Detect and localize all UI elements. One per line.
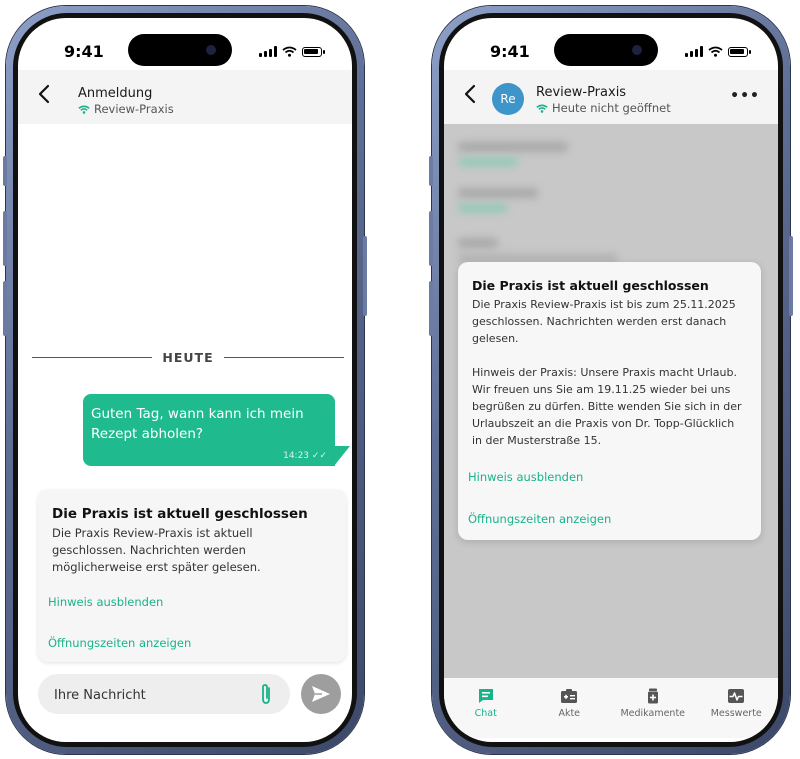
double-check-icon: ✓✓	[311, 451, 327, 461]
notice-title: Die Praxis ist aktuell geschlossen	[52, 506, 308, 522]
side-button	[789, 236, 793, 316]
tab-medikamente[interactable]: Medikamente	[611, 678, 695, 738]
blurred-content	[458, 188, 538, 198]
header-subtitle-row: Heute nicht geöffnet	[536, 101, 671, 115]
message-time: 14:23	[283, 451, 310, 461]
tab-label: Medikamente	[620, 708, 686, 719]
blurred-content	[458, 142, 568, 152]
hide-notice-link[interactable]: Hinweis ausblenden	[468, 470, 583, 484]
phone-frame-left: 9:41 Anmeldung Review-Praxis HEUTE Guten…	[3, 6, 367, 754]
closed-notice-card: Die Praxis ist aktuell geschlossen Die P…	[458, 262, 761, 540]
dynamic-island	[128, 34, 232, 66]
tab-chat[interactable]: Chat	[444, 678, 528, 738]
tab-label: Akte	[558, 708, 581, 719]
chat-header: Re Review-Praxis Heute nicht geöffnet ••…	[444, 70, 778, 124]
tab-messwerte[interactable]: Messwerte	[695, 678, 779, 738]
status-bar: 9:41	[444, 18, 778, 70]
vitals-icon	[728, 689, 745, 703]
tab-label: Messwerte	[710, 708, 762, 719]
side-button	[363, 236, 367, 316]
notice-body: Die Praxis Review-Praxis ist aktuell ges…	[52, 526, 261, 574]
chat-icon	[478, 689, 493, 703]
back-icon[interactable]	[464, 84, 476, 109]
medical-record-icon	[561, 689, 578, 703]
side-button	[3, 281, 7, 336]
send-button[interactable]	[301, 674, 341, 714]
blurred-content	[458, 238, 498, 248]
signal-icon	[259, 46, 277, 57]
bubble-tail	[334, 446, 350, 466]
status-icons	[259, 46, 325, 57]
camera-icon	[206, 45, 216, 55]
status-time: 9:41	[490, 42, 530, 61]
paperclip-icon[interactable]	[256, 682, 276, 706]
wifi-status-icon	[536, 104, 548, 113]
opening-hours-link[interactable]: Öffnungszeiten anzeigen	[48, 636, 191, 650]
phone-frame-right: 9:41 Re Review-Praxis Heute nicht geöffn…	[429, 6, 793, 754]
side-button	[3, 211, 7, 266]
tab-akte[interactable]: Akte	[528, 678, 612, 738]
side-button	[429, 281, 433, 336]
header-title: Anmeldung	[78, 86, 153, 101]
status-bar: 9:41	[18, 18, 352, 70]
wifi-icon	[282, 46, 297, 57]
message-timestamp-row: 14:23 ✓✓	[283, 451, 327, 461]
side-button	[429, 156, 433, 186]
back-icon[interactable]	[38, 84, 50, 109]
battery-icon	[728, 46, 751, 57]
header-subtitle-row: Review-Praxis	[78, 102, 174, 116]
status-icons	[685, 46, 751, 57]
notice-title: Die Praxis ist aktuell geschlossen	[472, 278, 709, 293]
date-divider: HEUTE	[32, 350, 344, 365]
message-text: Guten Tag, wann kann ich mein Rezept abh…	[91, 406, 304, 442]
side-button	[3, 156, 7, 186]
side-button	[429, 211, 433, 266]
wifi-icon	[708, 46, 723, 57]
wifi-status-icon	[78, 105, 90, 114]
screen-left: 9:41 Anmeldung Review-Praxis HEUTE Guten…	[18, 18, 352, 742]
status-time: 9:41	[64, 42, 104, 61]
message-composer[interactable]	[38, 674, 290, 714]
more-options-icon[interactable]: •••	[730, 88, 760, 104]
header-subtitle: Heute nicht geöffnet	[552, 101, 671, 115]
tab-label: Chat	[474, 708, 497, 719]
blurred-content	[458, 158, 518, 166]
blurred-content	[458, 254, 618, 262]
bottom-tab-bar: Chat Akte Medikamente Messwerte	[444, 678, 778, 738]
chat-header: Anmeldung Review-Praxis	[18, 70, 352, 124]
divider-line	[223, 357, 344, 358]
avatar[interactable]: Re	[492, 83, 524, 115]
camera-icon	[632, 45, 642, 55]
send-icon	[312, 686, 330, 702]
blurred-content	[458, 204, 508, 212]
battery-icon	[302, 46, 325, 57]
medication-icon	[647, 688, 658, 704]
opening-hours-link[interactable]: Öffnungszeiten anzeigen	[468, 512, 611, 526]
closed-notice-card: Die Praxis ist aktuell geschlossen Die P…	[38, 490, 346, 662]
message-bubble[interactable]: Guten Tag, wann kann ich mein Rezept abh…	[83, 394, 335, 466]
screen-right: 9:41 Re Review-Praxis Heute nicht geöffn…	[444, 18, 778, 742]
header-subtitle: Review-Praxis	[94, 102, 174, 116]
notice-body: Die Praxis Review-Praxis ist bis zum 25.…	[472, 298, 736, 345]
hide-notice-link[interactable]: Hinweis ausblenden	[48, 595, 163, 609]
date-divider-label: HEUTE	[162, 350, 214, 365]
notice-practice-note: Hinweis der Praxis: Unsere Praxis macht …	[472, 366, 742, 447]
divider-line	[32, 357, 153, 358]
header-title: Review-Praxis	[536, 85, 627, 100]
dynamic-island	[554, 34, 658, 66]
signal-icon	[685, 46, 703, 57]
message-input[interactable]	[52, 684, 246, 706]
